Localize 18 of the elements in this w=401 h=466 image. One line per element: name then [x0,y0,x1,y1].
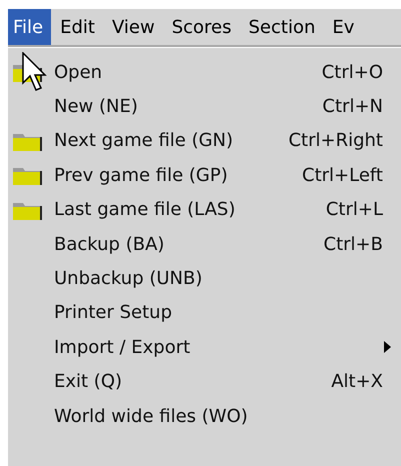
menu-item[interactable]: Section [244,9,324,45]
menu-item[interactable]: File [8,9,52,45]
menu-entry[interactable]: Unbackup (UNB) [8,261,401,296]
menu-entry[interactable]: Last game file (LAS) Ctrl+L [8,192,401,227]
menu-item[interactable]: View [106,9,163,45]
menu-entry[interactable]: New (NE) Ctrl+N [8,89,401,124]
mouse-pointer-icon [22,52,48,94]
menu-entry[interactable]: Backup (BA) Ctrl+B [8,226,401,262]
menu-item[interactable]: Edit [55,9,103,45]
menu-entry[interactable]: Exit (Q) Alt+X [8,364,401,399]
menu-item[interactable]: Ev [327,9,362,45]
menu-entry[interactable]: Prev game file (GP) Ctrl+Left [8,158,401,193]
menu-entry[interactable]: Next game file (GN) Ctrl+Right [8,124,401,158]
menu-entry[interactable]: Printer Setup [8,296,401,330]
submenu-arrow-icon [384,341,391,354]
menu-entry[interactable]: World wide files (WO) [8,398,401,434]
menu-entry[interactable]: Import / Export [8,330,401,365]
menu-item[interactable]: Scores [166,9,240,45]
